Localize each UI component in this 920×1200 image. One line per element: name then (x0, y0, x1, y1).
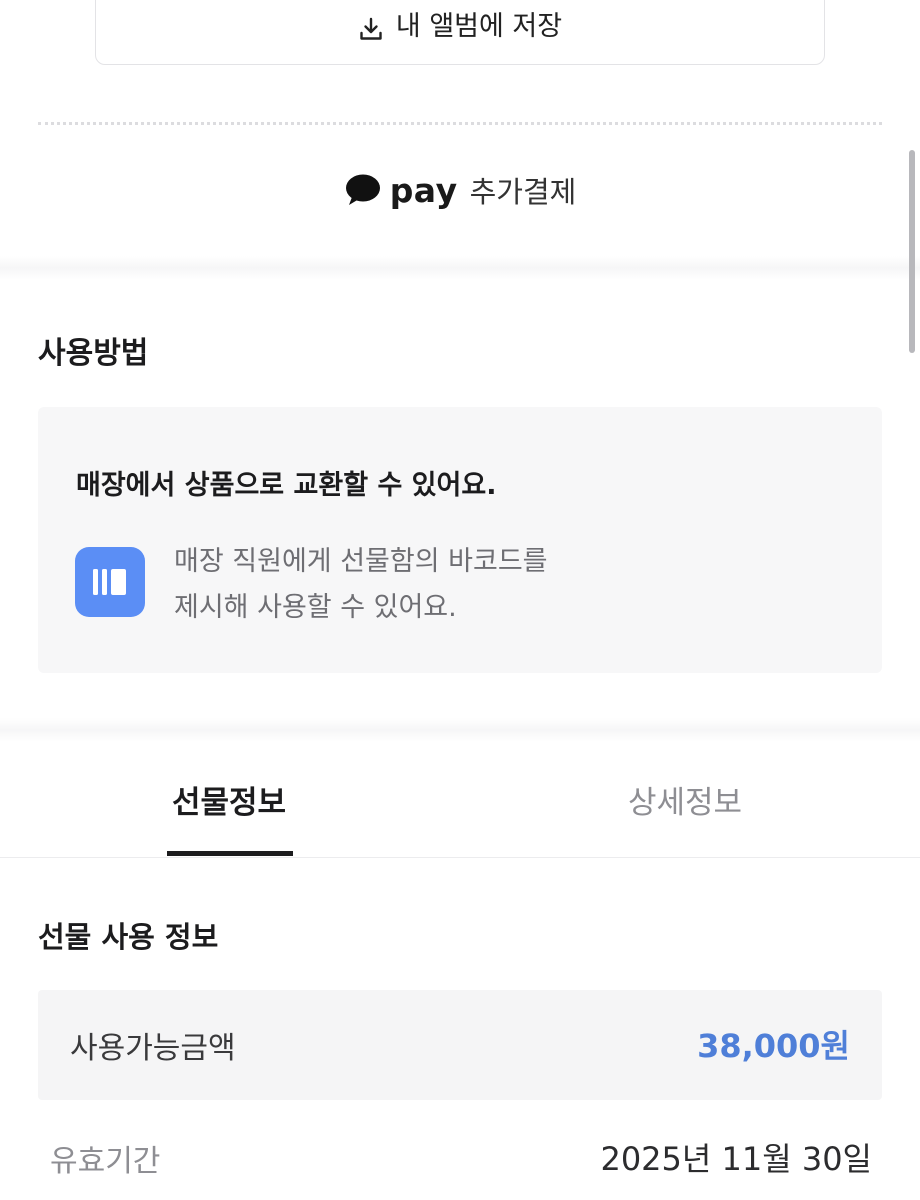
tab-gift-info[interactable]: 선물정보 (172, 777, 286, 822)
section-divider (0, 256, 920, 280)
active-tab-indicator (167, 851, 293, 856)
usage-section-title: 사용방법 (38, 336, 149, 371)
usage-description: 매장 직원에게 선물함의 바코드를 제시해 사용할 수 있어요. (174, 539, 548, 631)
pay-additional-payment-button[interactable]: pay 추가결제 (0, 165, 920, 215)
gift-usage-info-title: 선물 사용 정보 (38, 920, 219, 954)
download-icon (358, 16, 384, 42)
available-amount-row: 사용가능금액 38,000원 (38, 990, 882, 1100)
speech-bubble-icon (344, 173, 382, 207)
usage-info-box: 매장에서 상품으로 교환할 수 있어요. 매장 직원에게 선물함의 바코드를 제… (38, 407, 882, 673)
dotted-divider (38, 122, 882, 125)
save-to-album-button[interactable]: 내 앨범에 저장 (95, 0, 825, 65)
available-amount-value: 38,000원 (697, 1027, 850, 1065)
scrollbar[interactable] (909, 150, 915, 353)
available-amount-label: 사용가능금액 (70, 1031, 236, 1066)
tab-detail-info[interactable]: 상세정보 (628, 777, 742, 822)
expiry-value: 2025년 11월 30일 (600, 1140, 872, 1178)
save-button-label: 내 앨범에 저장 (395, 11, 563, 42)
section-divider (0, 718, 920, 742)
usage-description-line-1: 매장 직원에게 선물함의 바코드를 (174, 546, 548, 577)
expiry-label: 유효기간 (50, 1144, 161, 1179)
usage-description-line-2: 제시해 사용할 수 있어요. (174, 592, 457, 623)
info-tabs: 선물정보 상세정보 (0, 755, 920, 858)
barcode-icon (75, 547, 145, 617)
gift-detail-page: 내 앨범에 저장 pay 추가결제 사용방법 매장에서 상품으로 교환할 수 있… (0, 0, 920, 1200)
usage-headline: 매장에서 상품으로 교환할 수 있어요. (76, 470, 497, 501)
pay-brand-text: pay (389, 170, 458, 210)
pay-button-label: 추가결제 (469, 175, 577, 209)
